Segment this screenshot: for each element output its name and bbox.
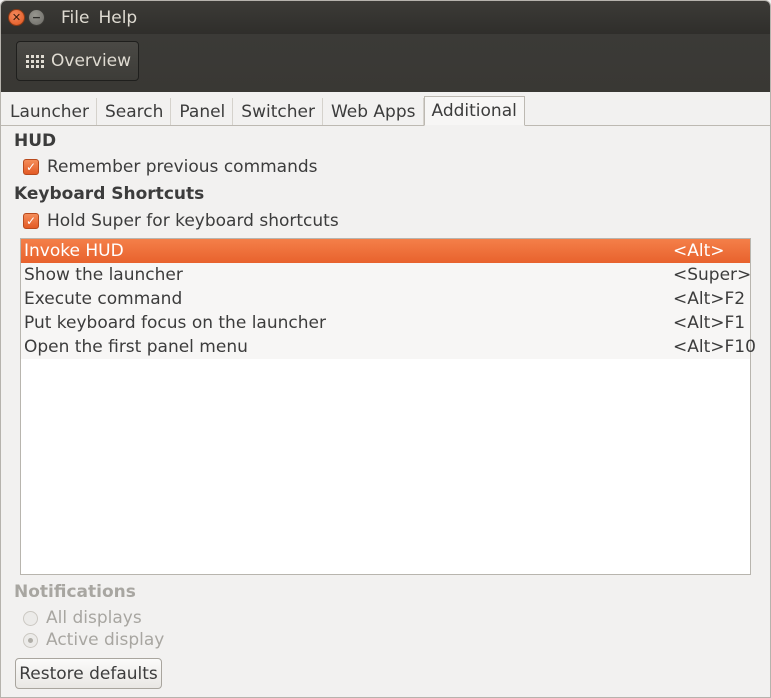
shortcut-row[interactable]: Execute command <Alt>F2 bbox=[21, 287, 750, 311]
remember-commands-label: Remember previous commands bbox=[47, 157, 318, 177]
shortcut-name: Open the first panel menu bbox=[24, 337, 248, 357]
hud-section-title: HUD bbox=[14, 131, 57, 151]
shortcut-name: Invoke HUD bbox=[24, 241, 124, 261]
overview-label: Overview bbox=[51, 51, 132, 71]
all-displays-label: All displays bbox=[46, 608, 142, 628]
menubar: File Help bbox=[61, 1, 146, 34]
shortcut-name: Show the launcher bbox=[24, 265, 183, 285]
minimize-window-button[interactable]: − bbox=[28, 9, 45, 26]
shortcut-key: <Alt>F1 bbox=[673, 313, 746, 333]
tab-bar: Launcher Search Panel Switcher Web Apps … bbox=[1, 96, 770, 126]
menu-file[interactable]: File bbox=[61, 8, 89, 28]
active-display-label: Active display bbox=[46, 630, 165, 650]
restore-defaults-button[interactable]: Restore defaults bbox=[15, 658, 162, 689]
hold-super-label: Hold Super for keyboard shortcuts bbox=[47, 211, 339, 231]
shortcut-row[interactable]: Open the first panel menu <Alt>F10 bbox=[21, 335, 756, 359]
all-displays-radio-row: All displays bbox=[23, 608, 142, 628]
shortcut-key: <Alt> bbox=[673, 241, 725, 261]
title-menu-bar: ✕ − File Help bbox=[1, 1, 770, 34]
hold-super-checkbox[interactable]: ✓ bbox=[23, 213, 39, 229]
unity-tweak-tool-window: ✕ − File Help Overview Launcher Search P… bbox=[0, 0, 771, 698]
all-displays-radio bbox=[23, 610, 38, 626]
close-window-button[interactable]: ✕ bbox=[8, 9, 25, 26]
active-display-radio bbox=[23, 632, 38, 648]
grid-icon bbox=[26, 54, 44, 68]
shortcut-list[interactable]: Invoke HUD <Alt> Show the launcher <Supe… bbox=[20, 238, 756, 575]
notifications-title: Notifications bbox=[14, 582, 136, 602]
shortcut-key: <Alt>F2 bbox=[673, 289, 746, 309]
shortcut-name: Put keyboard focus on the launcher bbox=[24, 313, 326, 333]
menu-help[interactable]: Help bbox=[98, 8, 137, 28]
toolbar: Overview bbox=[1, 34, 770, 92]
remember-commands-checkbox[interactable]: ✓ bbox=[23, 159, 39, 175]
shortcut-row[interactable]: Put keyboard focus on the launcher <Alt>… bbox=[21, 311, 750, 335]
tab-panel[interactable]: Panel bbox=[171, 98, 234, 125]
tab-search[interactable]: Search bbox=[97, 98, 172, 125]
shortcut-row[interactable]: Show the launcher <Super> bbox=[21, 263, 752, 287]
minimize-icon: − bbox=[31, 11, 42, 24]
tab-additional[interactable]: Additional bbox=[423, 96, 525, 126]
shortcut-name: Execute command bbox=[24, 289, 183, 309]
keyboard-shortcuts-title: Keyboard Shortcuts bbox=[14, 184, 205, 204]
shortcut-key: <Alt>F10 bbox=[673, 337, 756, 357]
tab-switcher[interactable]: Switcher bbox=[233, 98, 323, 125]
shortcut-key: <Super> bbox=[673, 265, 752, 285]
hold-super-checkbox-row[interactable]: ✓ Hold Super for keyboard shortcuts bbox=[23, 211, 339, 231]
remember-commands-checkbox-row[interactable]: ✓ Remember previous commands bbox=[23, 157, 318, 177]
tab-launcher[interactable]: Launcher bbox=[1, 98, 98, 125]
overview-button[interactable]: Overview bbox=[16, 41, 139, 81]
active-display-radio-row: Active display bbox=[23, 630, 164, 650]
shortcut-row[interactable]: Invoke HUD <Alt> bbox=[21, 239, 750, 263]
close-icon: ✕ bbox=[11, 11, 22, 24]
tab-web-apps[interactable]: Web Apps bbox=[323, 98, 424, 125]
